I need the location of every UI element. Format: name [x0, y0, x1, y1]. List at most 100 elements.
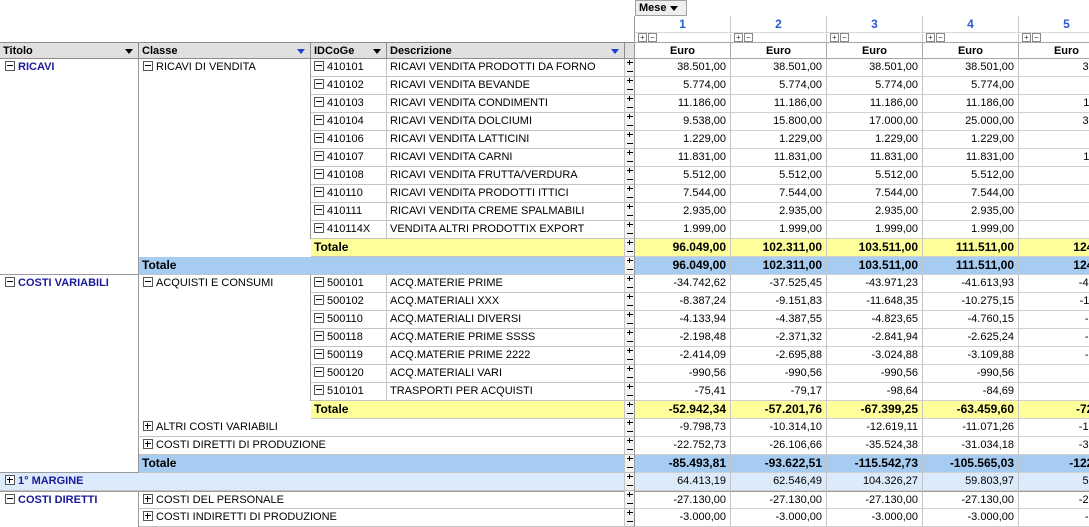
value-cell[interactable]: -43.971,23: [827, 275, 923, 293]
value-cell[interactable]: 1.229,00: [635, 131, 731, 149]
idcoge-cell[interactable]: 410104: [311, 113, 387, 131]
collapse-minus-icon[interactable]: [314, 169, 324, 180]
value-cell[interactable]: 96.049,00: [635, 239, 731, 257]
collapse-minus-icon[interactable]: −: [744, 33, 753, 42]
value-cell[interactable]: -37.99: [1019, 437, 1089, 455]
value-cell[interactable]: -37.525,45: [731, 275, 827, 293]
value-cell[interactable]: -11.071,26: [923, 419, 1019, 437]
value-cell[interactable]: -3.000,00: [731, 509, 827, 527]
value-cell[interactable]: 5.774,00: [731, 77, 827, 95]
expand-plus-icon[interactable]: [143, 511, 153, 522]
value-cell[interactable]: -84,69: [923, 383, 1019, 401]
value-cell[interactable]: 11.831,00: [731, 149, 827, 167]
collapse-minus-icon[interactable]: −: [936, 33, 945, 42]
value-cell[interactable]: -2.98: [1019, 329, 1089, 347]
value-cell[interactable]: 11.831,00: [923, 149, 1019, 167]
month-expand-controls[interactable]: + −: [635, 32, 731, 42]
value-cell[interactable]: 2.935,00: [731, 203, 827, 221]
value-cell[interactable]: -2.625,24: [923, 329, 1019, 347]
value-cell[interactable]: 38.501,00: [731, 59, 827, 77]
classe-collapsed-cell[interactable]: COSTI INDIRETTI DI PRODUZIONE: [139, 509, 625, 527]
value-cell[interactable]: 1.229,00: [923, 131, 1019, 149]
value-cell[interactable]: 62.546,49: [731, 473, 827, 491]
value-cell[interactable]: 38.00: [1019, 113, 1089, 131]
idcoge-cell[interactable]: 410111: [311, 203, 387, 221]
collapse-minus-icon[interactable]: −: [648, 33, 657, 42]
collapse-minus-icon[interactable]: [143, 61, 153, 72]
value-cell[interactable]: 2.935,00: [923, 203, 1019, 221]
idcoge-cell[interactable]: 500101: [311, 275, 387, 293]
value-cell[interactable]: -75,41: [635, 383, 731, 401]
expand-plus-icon[interactable]: [5, 475, 15, 486]
value-cell[interactable]: -2.414,09: [635, 347, 731, 365]
collapse-minus-icon[interactable]: [5, 494, 15, 505]
value-cell[interactable]: -122.44: [1019, 455, 1089, 473]
value-cell[interactable]: 124.51: [1019, 239, 1089, 257]
idcoge-cell[interactable]: 500119: [311, 347, 387, 365]
expand-plus-icon[interactable]: +: [830, 33, 839, 42]
idcoge-cell[interactable]: 510101: [311, 383, 387, 401]
collapse-minus-icon[interactable]: [314, 79, 324, 90]
margin-row-label[interactable]: 1° MARGINE: [0, 473, 625, 491]
value-cell[interactable]: -52.942,34: [635, 401, 731, 419]
classe-cell[interactable]: ACQUISTI E CONSUMI: [139, 275, 311, 293]
value-cell[interactable]: -12.619,11: [827, 419, 923, 437]
value-cell[interactable]: 9.538,00: [635, 113, 731, 131]
idcoge-cell[interactable]: 410107: [311, 149, 387, 167]
collapse-minus-icon[interactable]: [314, 277, 324, 288]
value-cell[interactable]: -10.314,10: [731, 419, 827, 437]
value-cell[interactable]: 7.54: [1019, 185, 1089, 203]
collapse-minus-icon[interactable]: [314, 97, 324, 108]
value-cell[interactable]: -2.371,32: [731, 329, 827, 347]
value-cell[interactable]: 2.93: [1019, 203, 1089, 221]
idcoge-cell[interactable]: 410108: [311, 167, 387, 185]
value-cell[interactable]: -26.106,66: [731, 437, 827, 455]
field-header-titolo[interactable]: Titolo: [0, 42, 139, 59]
collapse-minus-icon[interactable]: [314, 349, 324, 360]
value-cell[interactable]: -9: [1019, 365, 1089, 383]
value-cell[interactable]: 7.544,00: [731, 185, 827, 203]
collapse-minus-icon[interactable]: [314, 61, 324, 72]
value-cell[interactable]: -8.387,24: [635, 293, 731, 311]
idcoge-cell[interactable]: 410101: [311, 59, 387, 77]
value-cell[interactable]: -12.14: [1019, 419, 1089, 437]
value-cell[interactable]: -22.752,73: [635, 437, 731, 455]
value-cell[interactable]: 38.50: [1019, 59, 1089, 77]
value-cell[interactable]: -3.000,00: [635, 509, 731, 527]
idcoge-cell[interactable]: 500118: [311, 329, 387, 347]
value-cell[interactable]: 11.831,00: [827, 149, 923, 167]
value-cell[interactable]: 1.229,00: [731, 131, 827, 149]
value-cell[interactable]: 11.186,00: [731, 95, 827, 113]
collapse-minus-icon[interactable]: [5, 61, 15, 72]
month-header-1[interactable]: 1: [635, 16, 731, 32]
value-cell[interactable]: -3.65: [1019, 347, 1089, 365]
expand-plus-icon[interactable]: +: [926, 33, 935, 42]
value-cell[interactable]: 7.544,00: [923, 185, 1019, 203]
collapse-minus-icon[interactable]: [5, 277, 15, 288]
idcoge-cell[interactable]: 500120: [311, 365, 387, 383]
collapse-minus-icon[interactable]: [143, 277, 153, 288]
value-cell[interactable]: -9.151,83: [731, 293, 827, 311]
value-cell[interactable]: 103.511,00: [827, 239, 923, 257]
idcoge-cell[interactable]: 500102: [311, 293, 387, 311]
value-cell[interactable]: 102.311,00: [731, 239, 827, 257]
value-cell[interactable]: 64.413,19: [635, 473, 731, 491]
value-cell[interactable]: -27.13: [1019, 491, 1089, 509]
value-cell[interactable]: -2.695,88: [731, 347, 827, 365]
value-cell[interactable]: 1.999,00: [923, 221, 1019, 239]
value-cell[interactable]: 5.774,00: [923, 77, 1019, 95]
value-cell[interactable]: -4.760,15: [923, 311, 1019, 329]
value-cell[interactable]: -4.823,65: [827, 311, 923, 329]
value-cell[interactable]: 1.999,00: [635, 221, 731, 239]
value-cell[interactable]: 103.511,00: [827, 257, 923, 275]
expand-plus-icon[interactable]: +: [638, 33, 647, 42]
value-cell[interactable]: -79,17: [731, 383, 827, 401]
value-cell[interactable]: 1.999,00: [731, 221, 827, 239]
value-cell[interactable]: 55.92: [1019, 473, 1089, 491]
value-cell[interactable]: -2.841,94: [827, 329, 923, 347]
month-expand-controls[interactable]: + −: [923, 32, 1019, 42]
value-cell[interactable]: 25.000,00: [923, 113, 1019, 131]
collapse-minus-icon[interactable]: [314, 115, 324, 126]
value-cell[interactable]: 5.512,00: [923, 167, 1019, 185]
value-cell[interactable]: -47.39: [1019, 275, 1089, 293]
